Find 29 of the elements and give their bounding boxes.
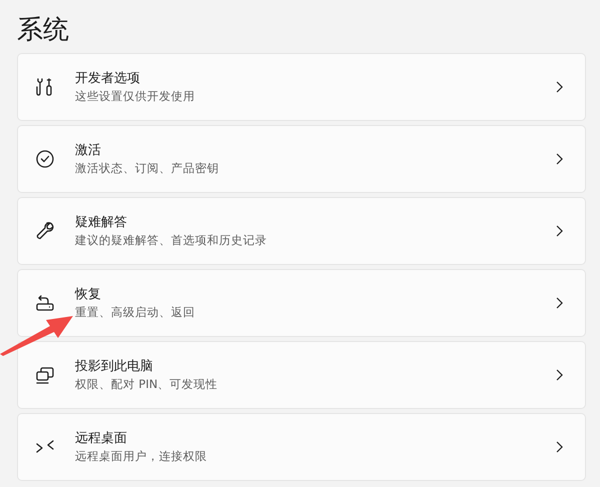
settings-card[interactable]: 疑难解答 建议的疑难解答、首选项和历史记录: [17, 197, 586, 265]
recovery-drive-icon: [35, 293, 55, 313]
card-description: 建议的疑难解答、首选项和历史记录: [75, 232, 267, 248]
chevron-right-icon: [556, 81, 563, 93]
settings-card[interactable]: 投影到此电脑 权限、配对 PIN、可发现性: [17, 341, 586, 409]
chevron-right-icon: [556, 297, 563, 309]
card-title: 远程桌面: [75, 430, 127, 448]
card-description: 权限、配对 PIN、可发现性: [75, 376, 218, 392]
card-title: 疑难解答: [75, 214, 127, 232]
card-description: 远程桌面用户，连接权限: [75, 448, 207, 464]
check-circle-icon: [35, 149, 55, 169]
wrench-icon: [35, 221, 55, 241]
card-description: 激活状态、订阅、产品密钥: [75, 160, 219, 176]
card-title: 恢复: [75, 286, 101, 304]
chevron-right-icon: [556, 225, 563, 237]
chevron-right-icon: [556, 441, 563, 453]
card-description: 这些设置仅供开发使用: [75, 88, 195, 104]
screens-icon: [35, 365, 55, 385]
card-title: 激活: [75, 142, 101, 160]
settings-card[interactable]: 激活 激活状态、订阅、产品密钥: [17, 125, 586, 193]
chevron-right-icon: [556, 369, 563, 381]
settings-card[interactable]: 恢复 重置、高级启动、返回: [17, 269, 586, 337]
card-description: 重置、高级启动、返回: [75, 304, 195, 320]
card-title: 投影到此电脑: [75, 358, 153, 376]
settings-card[interactable]: 远程桌面 远程桌面用户，连接权限: [17, 413, 586, 481]
card-title: 开发者选项: [75, 70, 140, 88]
page-title: 系统: [17, 14, 69, 46]
settings-card[interactable]: 开发者选项 这些设置仅供开发使用: [17, 53, 586, 121]
chevron-right-icon: [556, 153, 563, 165]
